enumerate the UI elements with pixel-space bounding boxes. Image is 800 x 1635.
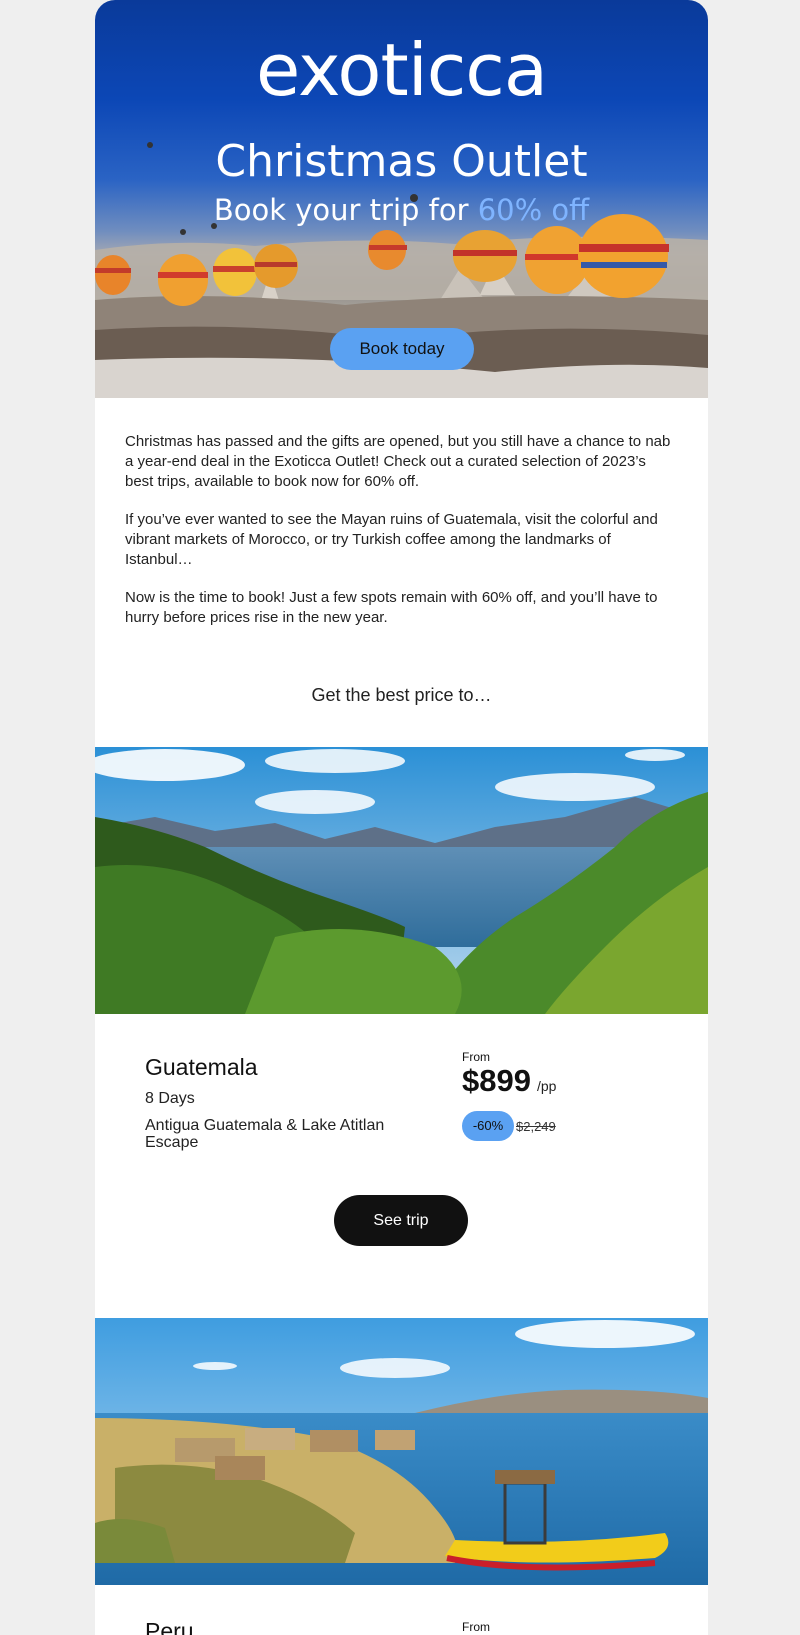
- hero-subtitle: Book your trip for 60% off: [95, 190, 708, 230]
- see-trip-button[interactable]: See trip: [334, 1195, 468, 1246]
- intro-paragraph: Now is the time to book! Just a few spot…: [125, 589, 658, 626]
- per-person-label: /pp: [536, 1078, 557, 1094]
- guatemala-lake-image[interactable]: [95, 747, 708, 1014]
- peru-scene-graphic: [95, 1318, 708, 1585]
- trip-card-peru: Peru: [145, 1617, 194, 1635]
- trip-route: Antigua Guatemala & Lake Atitlan Escape: [145, 1117, 385, 1151]
- email-container: exoticca Christmas Outlet Book your trip…: [95, 0, 708, 1635]
- hero-title: Christmas Outlet: [215, 136, 588, 187]
- discount-badge: -60%: [462, 1111, 514, 1141]
- trip-name: Peru: [145, 1618, 194, 1635]
- intro-paragraph: Christmas has passed and the gifts are o…: [125, 433, 671, 490]
- intro-paragraph: If you’ve ever wanted to see the Mayan r…: [125, 511, 658, 568]
- trip-card-guatemala: Guatemala 8 Days Antigua Guatemala & Lak…: [145, 1053, 405, 1151]
- trip-name: Guatemala: [145, 1054, 258, 1080]
- book-today-button[interactable]: Book today: [330, 328, 474, 370]
- hero-banner: exoticca Christmas Outlet Book your trip…: [95, 0, 708, 398]
- trip-duration: 8 Days: [145, 1090, 195, 1107]
- price-block-guatemala: From $899/pp -60% $2,249: [462, 1050, 556, 1141]
- intro-text: Christmas has passed and the gifts are o…: [125, 432, 675, 646]
- price-block-peru: From: [462, 1620, 490, 1634]
- price-value: $899: [462, 1063, 531, 1098]
- peru-lake-image[interactable]: [95, 1318, 708, 1585]
- from-label: From: [462, 1050, 490, 1064]
- hero-subtitle-accent: 60% off: [477, 193, 590, 227]
- guatemala-scene-graphic: [95, 747, 708, 1014]
- original-price: $2,249: [516, 1118, 556, 1134]
- exoticca-logo[interactable]: exoticca: [95, 30, 708, 110]
- hero-subtitle-text: Book your trip for: [213, 193, 478, 227]
- from-label: From: [462, 1620, 490, 1634]
- section-heading: Get the best price to…: [311, 685, 492, 705]
- price: $899/pp: [462, 1064, 556, 1103]
